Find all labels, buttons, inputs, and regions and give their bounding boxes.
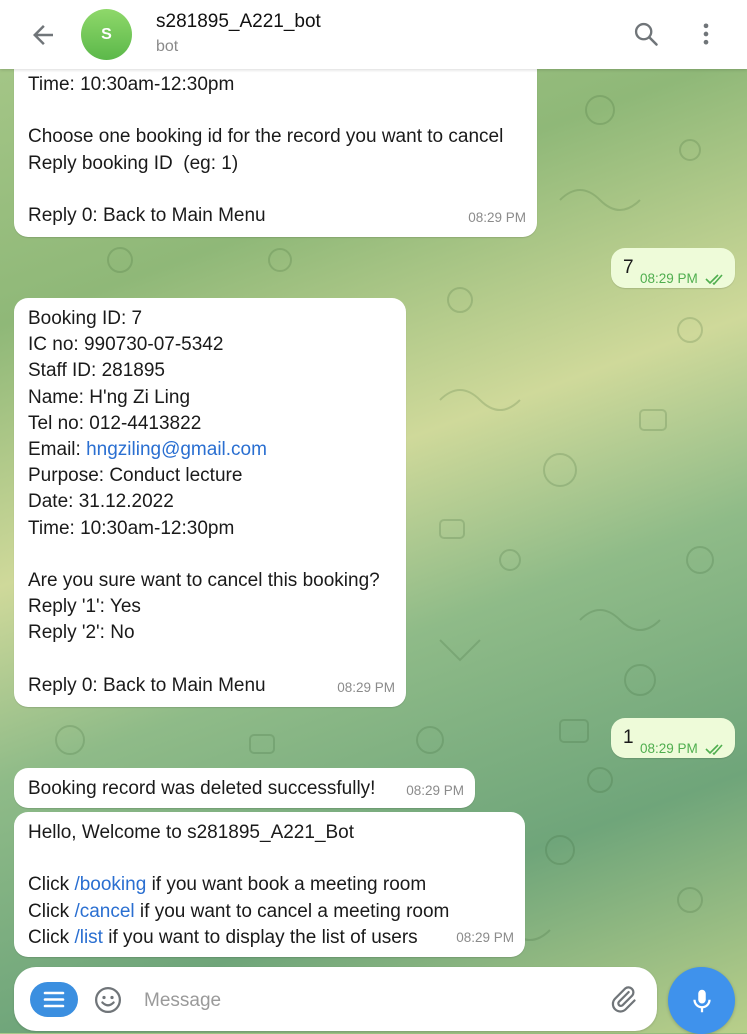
message-line: Date: 31.12.2022 (28, 491, 174, 513)
message-input[interactable] (142, 985, 586, 1017)
message-line: Purpose: Conduct lecture (28, 465, 243, 487)
back-arrow-icon[interactable] (28, 20, 58, 50)
message-time: 08:29 PM (640, 266, 727, 292)
command-prefix: Click (28, 926, 75, 948)
command-prefix: Click (28, 874, 75, 896)
emoji-icon[interactable] (93, 985, 123, 1015)
message-line: Reply '2': No (28, 622, 135, 644)
message-line (28, 542, 406, 568)
command-description: if you want to display the list of users (102, 926, 418, 948)
microphone-icon (692, 989, 711, 1012)
avatar[interactable]: S (81, 9, 132, 60)
avatar-letter: S (101, 25, 112, 43)
paperclip-icon[interactable] (608, 983, 638, 1015)
message-time: 08:29 PM (456, 929, 514, 945)
email-label: Email: (28, 439, 87, 461)
message-time: 08:29 PM (468, 209, 526, 225)
message-line: Staff ID: 281895 (28, 360, 165, 382)
command-description: if you want to cancel a meeting room (134, 900, 450, 922)
message-bubble-incoming: Hello, Welcome to s281895_A221_Bot Click… (14, 812, 525, 957)
message-line: Reply booking ID (eg: 1) (28, 152, 239, 174)
command-prefix: Click (28, 900, 75, 922)
command-line: Click /list if you want to display the l… (28, 925, 525, 951)
chat-subtitle: bot (156, 38, 179, 55)
voice-record-button[interactable] (668, 967, 735, 1034)
message-time: 08:29 PM (406, 782, 464, 798)
message-bubble-incoming: Booking record was deleted successfully!… (14, 768, 475, 808)
email-link[interactable]: hngziling@gmail.com (86, 439, 267, 460)
message-composer (14, 967, 657, 1031)
message-line: Hello, Welcome to s281895_A221_Bot (28, 822, 355, 843)
cancel-command-link[interactable]: /cancel (74, 901, 134, 922)
message-line: Tel no: 012-4413822 (28, 412, 202, 434)
message-line: Name: H'ng Zi Ling (28, 386, 191, 408)
message-bubble-outgoing: 1 08:29 PM (611, 718, 735, 758)
message-bubble-outgoing: 7 08:29 PM (611, 248, 735, 288)
command-description: if you want book a meeting room (146, 874, 427, 896)
command-line: Click /booking if you want book a meetin… (28, 872, 525, 898)
message-line: Time: 10:30am-12:30pm (28, 74, 235, 95)
message-time-text: 08:29 PM (640, 741, 698, 756)
message-line: Reply 0: Back to Main Menu (28, 204, 266, 226)
message-line: Reply '1': Yes (28, 596, 141, 618)
message-line: Are you sure want to cancel this booking… (28, 570, 380, 592)
email-line: Email: hngziling@gmail.com (28, 437, 406, 463)
message-bubble-incoming: Booking ID: 7 IC no: 990730-07-5342 Staf… (14, 298, 406, 707)
list-command-link[interactable]: /list (74, 927, 103, 948)
message-time-text: 08:29 PM (640, 271, 698, 286)
message-line: Booking ID: 7 (28, 308, 143, 329)
message-time: 08:29 PM (640, 736, 727, 762)
search-icon[interactable] (632, 20, 660, 48)
menu-icon (43, 991, 65, 1008)
message-line (28, 98, 537, 124)
message-line (28, 647, 406, 673)
more-options-icon[interactable] (692, 20, 720, 48)
message-line (28, 846, 525, 872)
chat-title[interactable]: s281895_A221_bot (156, 11, 321, 33)
booking-command-link[interactable]: /booking (74, 874, 146, 895)
message-line: IC no: 990730-07-5342 (28, 334, 224, 356)
message-bubble-incoming: Time: 10:30am-12:30pm Choose one booking… (14, 40, 537, 237)
double-check-icon (704, 274, 723, 286)
bot-menu-button[interactable] (30, 982, 78, 1017)
double-check-icon (704, 744, 723, 756)
message-line: Choose one booking id for the record you… (28, 126, 504, 148)
command-line: Click /cancel if you want to cancel a me… (28, 899, 525, 925)
message-line: Time: 10:30am-12:30pm (28, 517, 235, 539)
message-line (28, 177, 537, 203)
message-time: 08:29 PM (337, 679, 395, 695)
chat-header: S s281895_A221_bot bot (0, 0, 747, 69)
